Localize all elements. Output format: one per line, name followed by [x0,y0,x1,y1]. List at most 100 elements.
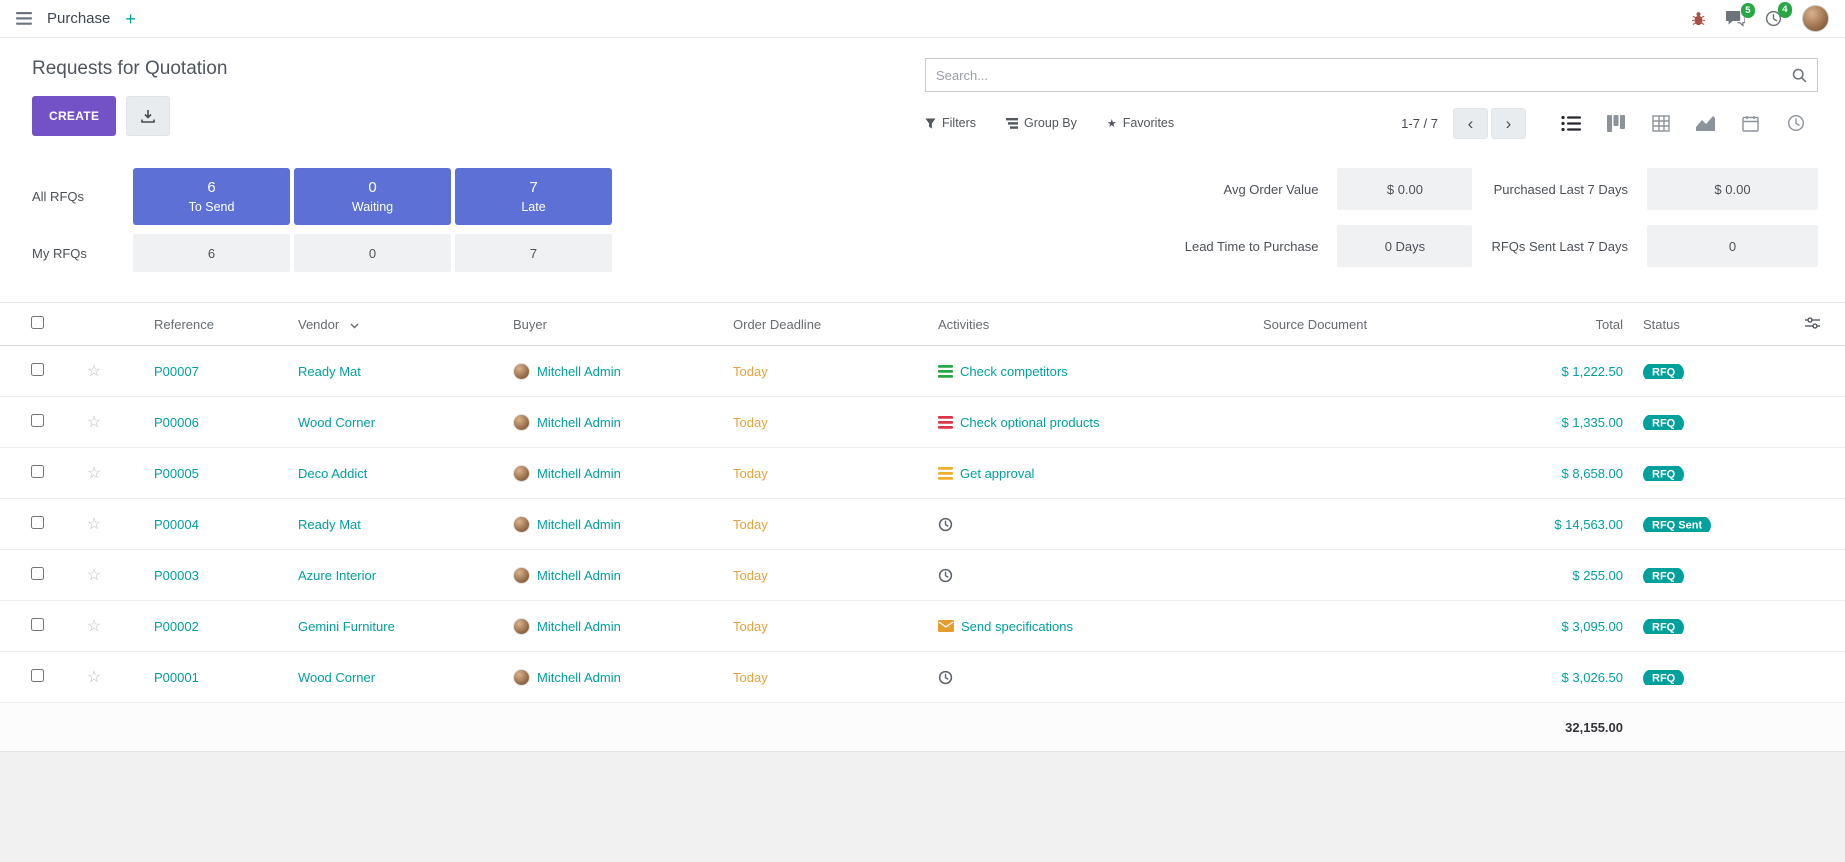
column-header-order-deadline[interactable]: Order Deadline [725,317,930,332]
kpi-tile-late[interactable]: 7 Late [455,168,612,225]
table-row[interactable]: ☆ P00007 Ready Mat Mitchell Admin Today … [0,346,1845,397]
row-checkbox[interactable] [31,516,44,529]
column-header-source-document[interactable]: Source Document [1255,317,1500,332]
activity-list-icon[interactable] [938,416,953,429]
column-header-vendor[interactable]: Vendor [290,317,505,332]
favorite-star-icon[interactable]: ☆ [87,363,101,380]
my-count-late[interactable]: 7 [455,234,612,272]
row-checkbox[interactable] [31,669,44,682]
row-checkbox[interactable] [31,414,44,427]
app-menu-purchase[interactable]: Purchase [47,10,110,27]
column-header-total[interactable]: Total [1500,317,1635,332]
favorites-star-icon: ★ [1107,117,1117,130]
activity-list-icon[interactable] [938,467,953,480]
reference-link[interactable]: P00006 [118,415,290,430]
pager-next-button[interactable]: › [1491,108,1526,139]
favorite-star-icon[interactable]: ☆ [87,414,101,431]
user-avatar[interactable] [1802,5,1829,32]
buyer-link[interactable]: Mitchell Admin [537,517,621,532]
reference-link[interactable]: P00001 [118,670,290,685]
view-activity-button[interactable] [1773,106,1818,140]
view-kanban-button[interactable] [1593,106,1638,140]
table-row[interactable]: ☆ P00006 Wood Corner Mitchell Admin Toda… [0,397,1845,448]
favorites-button[interactable]: ★ Favorites [1107,116,1174,130]
row-checkbox[interactable] [31,363,44,376]
buyer-link[interactable]: Mitchell Admin [537,568,621,583]
view-pivot-button[interactable] [1638,106,1683,140]
reference-link[interactable]: P00004 [118,517,290,532]
group-by-button[interactable]: Group By [1006,116,1077,130]
search-box[interactable] [925,58,1818,92]
activity-label[interactable]: Check competitors [960,364,1068,379]
favorite-star-icon[interactable]: ☆ [87,567,101,584]
favorite-star-icon[interactable]: ☆ [87,618,101,635]
activity-label[interactable]: Get approval [960,466,1034,481]
add-tab-icon[interactable]: + [125,10,136,28]
vendor-link[interactable]: Gemini Furniture [290,619,505,634]
buyer-link[interactable]: Mitchell Admin [537,364,621,379]
activity-envelope-icon[interactable] [938,620,954,632]
pager-previous-button[interactable]: ‹ [1453,108,1488,139]
table-row[interactable]: ☆ P00004 Ready Mat Mitchell Admin Today … [0,499,1845,550]
column-header-status[interactable]: Status [1635,317,1780,332]
column-header-reference[interactable]: Reference [118,317,290,332]
activity-label[interactable]: Check optional products [960,415,1099,430]
vendor-link[interactable]: Wood Corner [290,415,505,430]
vendor-link[interactable]: Azure Interior [290,568,505,583]
table-row[interactable]: ☆ P00003 Azure Interior Mitchell Admin T… [0,550,1845,601]
view-graph-button[interactable] [1683,106,1728,140]
my-rfqs-label[interactable]: My RFQs [32,246,129,261]
activity-clock-icon[interactable] [938,568,953,583]
reference-link[interactable]: P00007 [118,364,290,379]
menu-icon[interactable] [16,12,32,25]
filters-button[interactable]: Filters [925,116,976,130]
reference-link[interactable]: P00005 [118,466,290,481]
buyer-link[interactable]: Mitchell Admin [537,619,621,634]
column-header-buyer[interactable]: Buyer [505,317,725,332]
view-list-button[interactable] [1548,106,1593,140]
buyer-link[interactable]: Mitchell Admin [537,415,621,430]
kpi-tile-waiting[interactable]: 0 Waiting [294,168,451,225]
table-row[interactable]: ☆ P00002 Gemini Furniture Mitchell Admin… [0,601,1845,652]
favorite-star-icon[interactable]: ☆ [87,465,101,482]
order-deadline: Today [725,466,930,481]
activity-clock-icon[interactable] [938,517,953,532]
messages-icon[interactable]: 5 [1726,11,1745,27]
optional-columns-icon[interactable] [1805,316,1820,333]
vendor-link[interactable]: Ready Mat [290,517,505,532]
activity-list-icon[interactable] [938,365,953,378]
vendor-link[interactable]: Ready Mat [290,364,505,379]
row-checkbox[interactable] [31,465,44,478]
view-calendar-button[interactable] [1728,106,1773,140]
buyer-avatar [513,669,530,686]
favorite-star-icon[interactable]: ☆ [87,669,101,686]
vendor-link[interactable]: Deco Addict [290,466,505,481]
buyer-link[interactable]: Mitchell Admin [537,670,621,685]
favorite-star-icon[interactable]: ☆ [87,516,101,533]
my-count-to-send[interactable]: 6 [133,234,290,272]
reference-link[interactable]: P00002 [118,619,290,634]
activity-label[interactable]: Send specifications [961,619,1073,634]
column-header-activities[interactable]: Activities [930,317,1255,332]
view-list-icon [1561,115,1581,132]
table-row[interactable]: ☆ P00005 Deco Addict Mitchell Admin Toda… [0,448,1845,499]
row-checkbox[interactable] [31,618,44,631]
search-icon[interactable] [1792,68,1807,83]
search-input[interactable] [936,68,1792,83]
reference-link[interactable]: P00003 [118,568,290,583]
activities-clock-icon[interactable]: 4 [1765,10,1782,27]
activity-clock-icon[interactable] [938,670,953,685]
my-count-waiting[interactable]: 0 [294,234,451,272]
vendor-link[interactable]: Wood Corner [290,670,505,685]
kpi-tile-to-send[interactable]: 6 To Send [133,168,290,225]
all-rfqs-label[interactable]: All RFQs [32,189,129,204]
buyer-link[interactable]: Mitchell Admin [537,466,621,481]
table-row[interactable]: ☆ P00001 Wood Corner Mitchell Admin Toda… [0,652,1845,703]
create-button[interactable]: CREATE [32,96,116,136]
select-all-checkbox[interactable] [31,316,44,329]
bug-icon[interactable] [1691,11,1706,26]
favorites-label: Favorites [1123,116,1174,130]
export-button[interactable] [126,96,170,136]
view-pivot-icon [1652,115,1670,132]
row-checkbox[interactable] [31,567,44,580]
